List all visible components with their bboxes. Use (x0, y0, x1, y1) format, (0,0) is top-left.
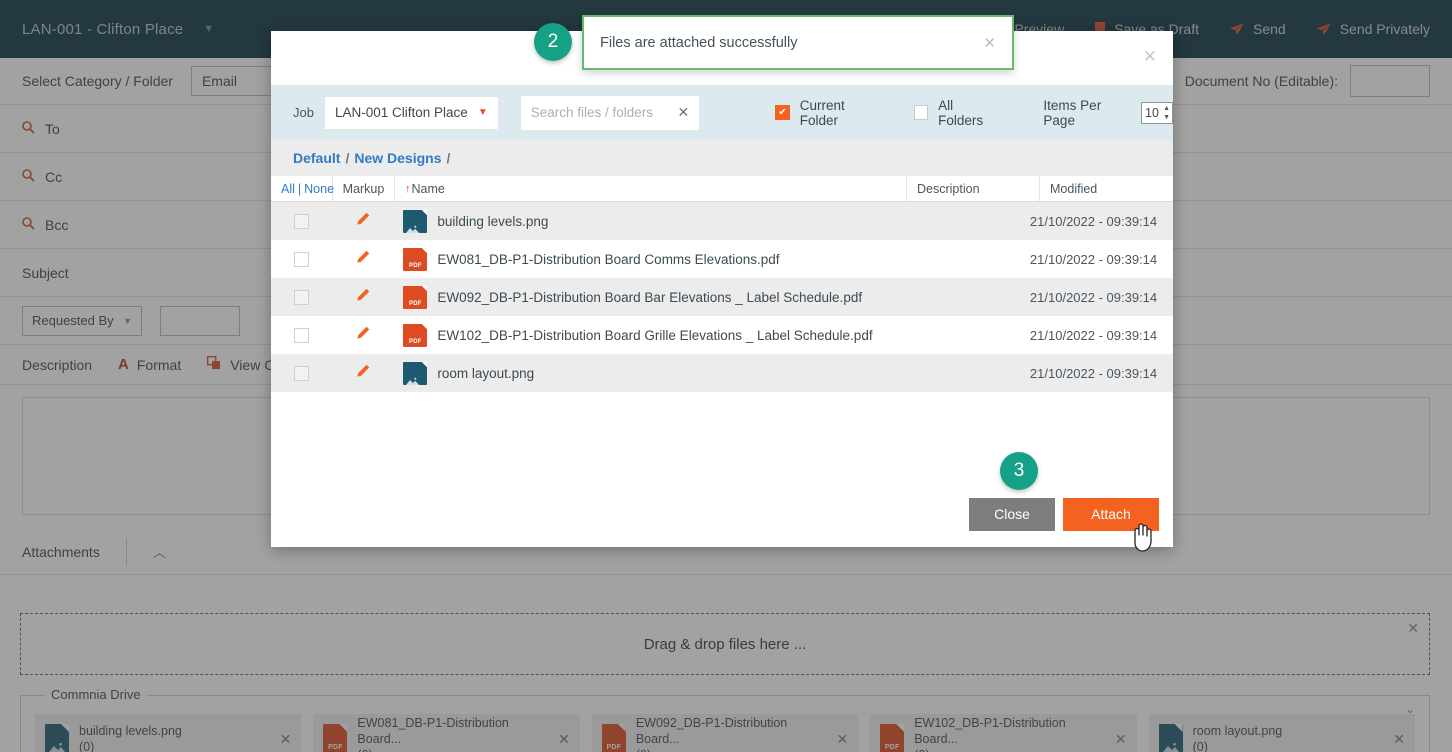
job-select[interactable]: LAN-001 Clifton Place ▼ (323, 95, 499, 130)
markup-header: Markup (333, 176, 395, 201)
row-select-cell[interactable] (271, 289, 332, 305)
close-button[interactable]: Close (969, 497, 1055, 531)
image-file-icon (403, 209, 428, 233)
markup-cell[interactable] (332, 364, 393, 382)
modified-header[interactable]: Modified (1040, 176, 1173, 201)
pdf-file-icon: PDF (403, 247, 428, 271)
modified-cell: 21/10/2022 - 09:39:14 (1029, 213, 1158, 229)
modal-footer: Close Attach (271, 481, 1173, 547)
chevron-down-icon: ▼ (477, 107, 488, 118)
file-name: room layout.png (437, 365, 535, 381)
toast-message: Files are attached successfully (600, 34, 798, 51)
breadcrumb-item-new-designs[interactable]: New Designs (354, 150, 441, 166)
row-checkbox[interactable] (294, 251, 310, 267)
all-folders-checkbox[interactable] (913, 105, 929, 120)
modified-cell: 21/10/2022 - 09:39:14 (1029, 251, 1158, 267)
markup-cell[interactable] (332, 326, 393, 344)
description-header[interactable]: Description (907, 176, 1040, 201)
screen: LAN-001 - Clifton Place ▼ Preview Save a… (0, 0, 1452, 752)
modified-cell: 21/10/2022 - 09:39:14 (1029, 289, 1158, 305)
modified-cell: 21/10/2022 - 09:39:14 (1029, 327, 1158, 343)
table-row[interactable]: building levels.png 21/10/2022 - 09:39:1… (271, 202, 1173, 240)
row-select-cell[interactable] (271, 213, 332, 229)
search-input[interactable]: Search files / folders ✕ (520, 95, 700, 130)
table-row[interactable]: PDF EW092_DB-P1-Distribution Board Bar E… (271, 278, 1173, 316)
row-select-cell[interactable] (271, 327, 332, 343)
close-icon[interactable]: ✕ (1143, 47, 1157, 67)
items-per-page-label: Items Per Page (1043, 97, 1102, 128)
file-name: EW081_DB-P1-Distribution Board Comms Ele… (437, 251, 780, 267)
all-folders-label: All Folders (938, 97, 984, 128)
markup-cell[interactable] (332, 250, 393, 268)
name-cell: PDF EW102_DB-P1-Distribution Board Grill… (393, 323, 898, 347)
pencil-icon[interactable] (355, 288, 370, 306)
breadcrumb-item-default[interactable]: Default (293, 150, 340, 166)
search-placeholder: Search files / folders (530, 105, 654, 120)
select-none-link[interactable]: None (304, 182, 334, 196)
items-per-page-stepper[interactable]: 10 ▲ ▼ (1141, 101, 1174, 124)
file-table: All | None Markup ↑ Name Description Mod… (271, 176, 1173, 392)
stepper-arrows-icon[interactable]: ▲ ▼ (1163, 104, 1170, 122)
current-folder-checkbox[interactable] (775, 105, 790, 120)
select-all-link[interactable]: All (281, 182, 295, 196)
modified-cell: 21/10/2022 - 09:39:14 (1029, 365, 1158, 381)
step-badge-3: 3 (1000, 452, 1038, 490)
select-separator: | (297, 181, 302, 196)
table-row[interactable]: room layout.png 21/10/2022 - 09:39:14 (271, 354, 1173, 392)
pdf-file-icon: PDF (403, 285, 428, 309)
name-cell: room layout.png (393, 361, 898, 385)
current-folder-checkbox-group[interactable]: Current Folder (775, 98, 883, 128)
row-checkbox[interactable] (294, 213, 310, 229)
close-icon[interactable]: ✕ (678, 104, 690, 121)
row-checkbox[interactable] (294, 327, 310, 343)
current-folder-label: Current Folder (799, 97, 845, 128)
pencil-icon[interactable] (355, 364, 370, 382)
name-cell: building levels.png (393, 209, 898, 233)
table-row[interactable]: PDF EW102_DB-P1-Distribution Board Grill… (271, 316, 1173, 354)
row-checkbox[interactable] (294, 365, 310, 381)
all-folders-checkbox-group[interactable]: All Folders (913, 97, 1000, 128)
breadcrumb-separator: / (345, 150, 350, 166)
name-header-label: Name (411, 181, 445, 196)
name-header[interactable]: ↑ Name (395, 176, 907, 201)
modal-toolbar: Job LAN-001 Clifton Place ▼ Search files… (271, 85, 1174, 140)
file-name: EW102_DB-P1-Distribution Board Grille El… (437, 327, 873, 343)
row-checkbox[interactable] (294, 289, 310, 305)
step-badge-2: 2 (534, 23, 572, 61)
row-select-cell[interactable] (271, 365, 332, 381)
pencil-icon[interactable] (355, 250, 370, 268)
arrow-up-icon: ↑ (405, 182, 411, 195)
breadcrumb-separator: / (446, 150, 451, 166)
pdf-file-icon: PDF (403, 323, 428, 347)
name-cell: PDF EW092_DB-P1-Distribution Board Bar E… (393, 285, 898, 309)
toast-notification: Files are attached successfully ✕ (582, 15, 1014, 70)
table-row[interactable]: PDF EW081_DB-P1-Distribution Board Comms… (271, 240, 1173, 278)
items-per-page-group: Items Per Page 10 ▲ ▼ (1043, 97, 1174, 128)
pencil-icon[interactable] (355, 212, 370, 230)
items-per-page-value: 10 (1145, 105, 1159, 120)
breadcrumb: Default / New Designs / (271, 140, 1173, 176)
job-label: Job (293, 105, 314, 120)
pencil-icon[interactable] (355, 326, 370, 344)
name-cell: PDF EW081_DB-P1-Distribution Board Comms… (393, 247, 898, 271)
markup-cell[interactable] (332, 212, 393, 230)
image-file-icon (403, 361, 428, 385)
row-select-cell[interactable] (271, 251, 332, 267)
select-all-header: All | None (271, 176, 334, 201)
job-value: LAN-001 Clifton Place (334, 105, 468, 120)
file-table-header: All | None Markup ↑ Name Description Mod… (271, 176, 1173, 202)
close-icon[interactable]: ✕ (983, 34, 996, 52)
markup-cell[interactable] (332, 288, 393, 306)
file-name: EW092_DB-P1-Distribution Board Bar Eleva… (437, 289, 863, 305)
file-name: building levels.png (437, 213, 549, 229)
mouse-cursor (1130, 522, 1156, 557)
